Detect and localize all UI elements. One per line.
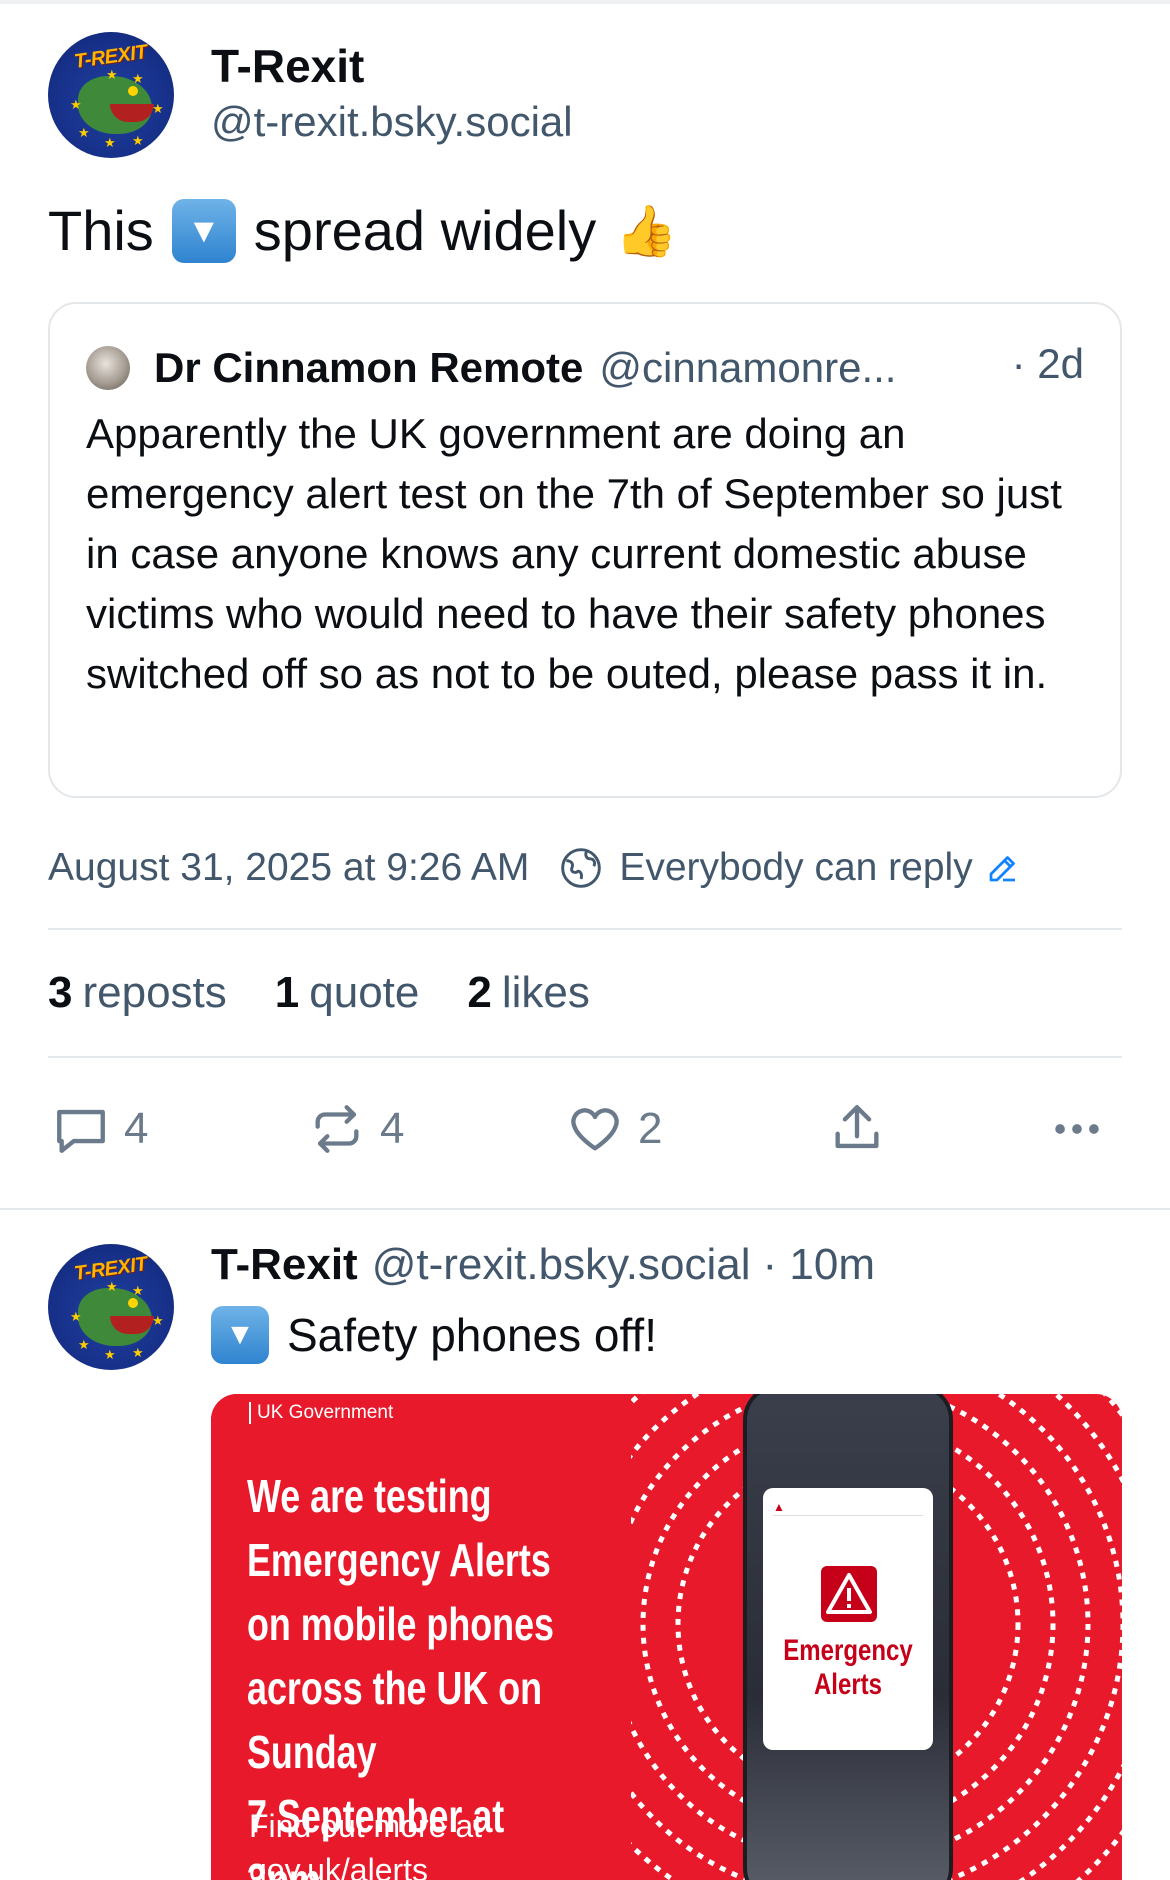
divider bbox=[48, 1056, 1122, 1058]
post-actions: 4 4 2 bbox=[48, 1100, 1122, 1164]
footer-line: Find out more at bbox=[249, 1808, 482, 1844]
author-display-name[interactable]: T-Rexit bbox=[211, 39, 573, 94]
star-icon: ★ bbox=[70, 1309, 82, 1324]
embed-org-label: UK Government bbox=[249, 1402, 393, 1424]
star-icon: ★ bbox=[104, 1347, 116, 1362]
embed-footer: Find out more at gov.uk/alerts bbox=[249, 1804, 482, 1880]
star-icon: ★ bbox=[132, 71, 144, 86]
thumbs-up-emoji-icon: 👍 bbox=[615, 202, 678, 259]
headline-line: on mobile phones bbox=[247, 1598, 554, 1650]
down-arrow-emoji-icon: ▼ bbox=[171, 198, 236, 263]
quoted-text: Apparently the UK government are doing a… bbox=[86, 410, 1062, 697]
headline-line: Emergency Alerts bbox=[247, 1534, 551, 1586]
reposts-label: reposts bbox=[82, 968, 227, 1017]
globe-icon bbox=[561, 848, 602, 888]
quoted-handle: @cinnamonre... bbox=[599, 344, 897, 391]
quotes-count: 1 bbox=[274, 968, 300, 1017]
star-icon: ★ bbox=[152, 101, 164, 116]
star-icon: ★ bbox=[152, 1313, 164, 1328]
star-icon: ★ bbox=[104, 135, 116, 150]
star-icon: ★ bbox=[106, 1279, 118, 1294]
thread-separator bbox=[0, 1208, 1170, 1210]
repost-count: 4 bbox=[380, 1104, 405, 1153]
phone-notification-bar: ▲ bbox=[773, 1500, 923, 1516]
quotes-stat[interactable]: 1 quote bbox=[275, 968, 420, 1018]
warning-icon bbox=[821, 1566, 877, 1622]
post-meta: August 31, 2025 at 9:26 AM Everybody can… bbox=[48, 846, 1021, 890]
post-timestamp: August 31, 2025 at 9:26 AM bbox=[48, 846, 530, 889]
star-icon: ★ bbox=[132, 133, 144, 148]
post-text-start: This bbox=[48, 199, 154, 262]
reposts-count: 3 bbox=[48, 968, 73, 1017]
post-text: This ▼ spread widely 👍 bbox=[48, 198, 678, 263]
top-divider bbox=[0, 0, 1170, 4]
quoted-post-card[interactable]: Dr Cinnamon Remote @cinnamonre... · 2d A… bbox=[48, 302, 1122, 798]
reply-handle[interactable]: @t-rexit.bsky.social bbox=[372, 1240, 751, 1290]
phone-illustration: ▲ Emergency Alerts bbox=[743, 1394, 953, 1880]
post-text-end: spread widely bbox=[253, 199, 597, 262]
reply-display-name[interactable]: T-Rexit bbox=[211, 1240, 358, 1290]
embedded-image[interactable]: UK Government We are testing Emergency A… bbox=[211, 1394, 1122, 1880]
headline-line: We are testing bbox=[247, 1470, 492, 1522]
emergency-alerts-label: Emergency Alerts bbox=[780, 1634, 916, 1702]
divider bbox=[48, 928, 1122, 930]
quoted-display-name: Dr Cinnamon Remote bbox=[154, 344, 584, 391]
alert-label-line: Emergency bbox=[783, 1634, 913, 1667]
star-icon: ★ bbox=[78, 125, 90, 140]
likes-label: likes bbox=[501, 968, 590, 1017]
dinosaur-eye bbox=[128, 86, 138, 96]
star-icon: ★ bbox=[70, 97, 82, 112]
pencil-icon[interactable] bbox=[985, 850, 1021, 886]
reply-text-content: Safety phones off! bbox=[287, 1309, 657, 1361]
likes-stat[interactable]: 2 likes bbox=[467, 968, 590, 1018]
quoted-post-header: Dr Cinnamon Remote @cinnamonre... bbox=[86, 344, 896, 392]
star-icon: ★ bbox=[132, 1345, 144, 1360]
star-icon: ★ bbox=[132, 1283, 144, 1298]
reply-button[interactable]: 4 bbox=[52, 1100, 148, 1158]
headline-line: across the UK on Sunday bbox=[247, 1662, 543, 1778]
like-button[interactable]: 2 bbox=[566, 1100, 662, 1158]
phone-screen: ▲ Emergency Alerts bbox=[763, 1488, 933, 1750]
reply-avatar[interactable]: T-REXIT ★ ★ ★ ★ ★ ★ ★ bbox=[48, 1244, 174, 1370]
alert-label-line: Alerts bbox=[813, 1668, 883, 1701]
reply-setting[interactable]: Everybody can reply bbox=[619, 846, 972, 890]
repost-button[interactable]: 4 bbox=[308, 1100, 404, 1158]
repost-icon bbox=[315, 1105, 359, 1153]
dinosaur-eye bbox=[128, 1298, 138, 1308]
author-handle[interactable]: @t-rexit.bsky.social bbox=[211, 94, 573, 151]
more-options-button[interactable] bbox=[1048, 1100, 1106, 1158]
avatar[interactable]: T-REXIT ★ ★ ★ ★ ★ ★ ★ bbox=[48, 32, 174, 158]
likes-count: 2 bbox=[467, 968, 492, 1017]
footer-line: gov.uk/alerts bbox=[249, 1852, 429, 1880]
star-icon: ★ bbox=[78, 1337, 90, 1352]
post-header: T-REXIT ★ ★ ★ ★ ★ ★ ★ T-Rexit @t-rexit.b… bbox=[48, 30, 573, 160]
reposts-stat[interactable]: 3 reposts bbox=[48, 968, 227, 1018]
share-button[interactable] bbox=[828, 1100, 886, 1158]
quoted-avatar bbox=[86, 346, 130, 390]
quoted-time: · 2d bbox=[1011, 340, 1084, 387]
quotes-label: quote bbox=[309, 968, 420, 1017]
reply-count: 4 bbox=[124, 1104, 149, 1153]
more-dots-icon bbox=[1055, 1124, 1099, 1134]
engagement-stats: 3 reposts 1 quote 2 likes bbox=[48, 968, 638, 1018]
down-arrow-emoji-icon: ▼ bbox=[211, 1306, 269, 1364]
reply-header: T-Rexit @t-rexit.bsky.social · 10m bbox=[211, 1240, 875, 1290]
heart-icon bbox=[571, 1108, 619, 1151]
reply-text: ▼ Safety phones off! bbox=[211, 1306, 657, 1364]
share-icon bbox=[835, 1105, 879, 1149]
star-icon: ★ bbox=[106, 67, 118, 82]
reply-time: · 10m bbox=[762, 1240, 875, 1289]
comment-icon bbox=[57, 1109, 105, 1153]
like-count: 2 bbox=[638, 1104, 663, 1153]
